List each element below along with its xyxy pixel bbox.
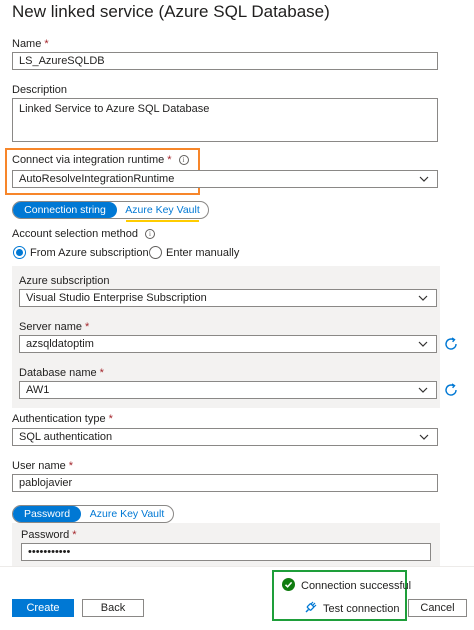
connection-string-option[interactable]: Connection string bbox=[13, 202, 117, 218]
keyvault-underline bbox=[126, 220, 199, 222]
chevron-down-icon bbox=[416, 383, 430, 397]
chevron-down-icon bbox=[417, 172, 431, 186]
subscription-select[interactable]: Visual Studio Enterprise Subscription bbox=[19, 289, 437, 307]
runtime-label: Connect via integration runtime * i bbox=[12, 154, 189, 166]
refresh-icon[interactable] bbox=[443, 382, 459, 398]
plug-icon bbox=[304, 601, 317, 617]
connection-toggle: Connection string Azure Key Vault bbox=[12, 201, 209, 219]
auth-label: Authentication type * bbox=[12, 413, 113, 425]
info-icon[interactable]: i bbox=[178, 155, 189, 165]
chevron-down-icon bbox=[417, 430, 431, 444]
server-select[interactable]: azsqldatoptim bbox=[19, 335, 437, 353]
account-method-label: Account selection method i bbox=[12, 228, 155, 240]
refresh-icon[interactable] bbox=[443, 336, 459, 352]
test-connection-button[interactable]: Test connection bbox=[304, 601, 399, 617]
runtime-value: AutoResolveIntegrationRuntime bbox=[19, 173, 175, 185]
radio-from-subscription[interactable]: From Azure subscription bbox=[13, 246, 149, 259]
radio-enter-manually[interactable]: Enter manually bbox=[149, 246, 239, 259]
name-label: Name * bbox=[12, 38, 49, 50]
connection-status: Connection successful bbox=[282, 578, 411, 594]
test-connection-label: Test connection bbox=[323, 603, 400, 615]
name-input[interactable]: LS_AzureSQLDB bbox=[12, 52, 438, 70]
auth-select[interactable]: SQL authentication bbox=[12, 428, 438, 446]
page-title: New linked service (Azure SQL Database) bbox=[12, 2, 330, 21]
username-label: User name * bbox=[12, 460, 74, 472]
password-input[interactable]: ••••••••••• bbox=[21, 543, 431, 561]
azure-key-vault-option[interactable]: Azure Key Vault bbox=[117, 202, 208, 218]
status-text: Connection successful bbox=[301, 580, 412, 592]
runtime-select[interactable]: AutoResolveIntegrationRuntime bbox=[12, 170, 438, 188]
chevron-down-icon bbox=[416, 337, 430, 351]
username-input[interactable]: pablojavier bbox=[12, 474, 438, 492]
database-select[interactable]: AW1 bbox=[19, 381, 437, 399]
password-option[interactable]: Password bbox=[13, 506, 81, 522]
description-input[interactable]: Linked Service to Azure SQL Database bbox=[12, 98, 438, 142]
server-label: Server name * bbox=[19, 321, 90, 333]
radio-button[interactable] bbox=[149, 246, 162, 259]
chevron-down-icon bbox=[416, 291, 430, 305]
info-icon[interactable]: i bbox=[144, 229, 155, 239]
subscription-label: Azure subscription bbox=[19, 275, 110, 287]
back-button[interactable]: Back bbox=[82, 599, 144, 617]
cancel-button[interactable]: Cancel bbox=[408, 599, 467, 617]
password-key-vault-option[interactable]: Azure Key Vault bbox=[81, 506, 173, 522]
password-label: Password * bbox=[21, 529, 77, 541]
password-toggle: Password Azure Key Vault bbox=[12, 505, 174, 523]
radio-button-selected[interactable] bbox=[13, 246, 26, 259]
database-label: Database name * bbox=[19, 367, 104, 379]
check-circle-icon bbox=[282, 578, 295, 594]
description-label: Description bbox=[12, 84, 68, 96]
create-button[interactable]: Create bbox=[12, 599, 74, 617]
